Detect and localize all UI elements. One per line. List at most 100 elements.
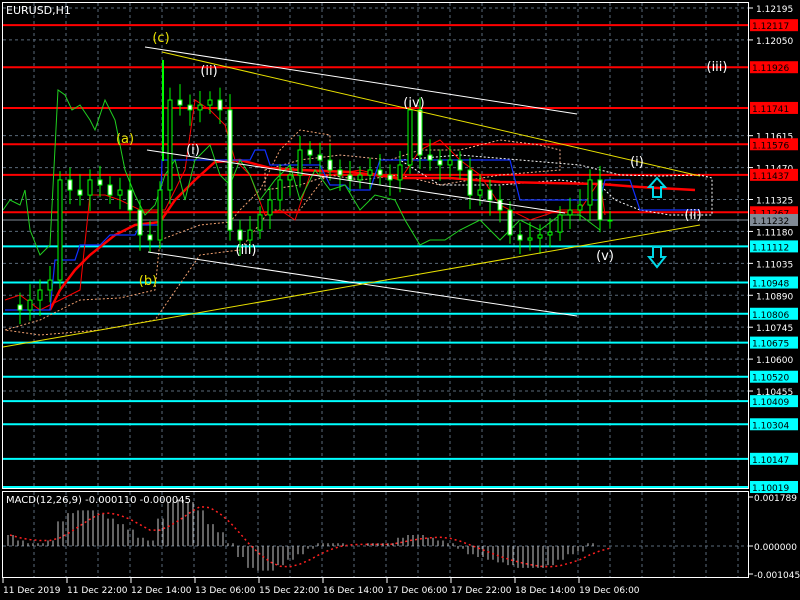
candle-body [107,184,113,196]
candle-body [607,219,613,222]
time-label: 13 Dec 06:00 [195,586,256,596]
candle-body [67,179,73,191]
candle-body [317,154,323,161]
candle-body [57,179,63,281]
price-candles [17,59,613,325]
candle-body [417,109,423,156]
price-tick-label: 1.12195 [756,5,793,15]
candle-body [567,209,573,216]
price-level-tag-label: 1.12117 [752,22,789,32]
time-label: 15 Dec 22:00 [259,586,320,596]
time-label: 17 Dec 06:00 [387,586,448,596]
candle-body [77,189,83,196]
grid [3,3,748,577]
price-tick-label: 1.11035 [756,260,793,270]
price-tick-label: 1.11180 [756,228,793,238]
candle-body [217,99,223,111]
wave-label: (i) [630,155,644,170]
price-level-tag-label: 1.10147 [752,456,789,466]
triangle-lower-line [2,224,701,348]
candle-body [257,214,263,231]
macd-tick-label: 0.000000 [754,543,797,553]
candle-body [127,189,133,211]
trend-lines [2,46,701,348]
horizontal-levels [3,24,748,488]
macd-tick-label: -0.001045 [754,571,800,581]
wave-label: (v) [596,249,614,264]
wave-label: (c) [152,31,169,46]
eurusd-chart[interactable]: (c) (a) (b) (ii) (i) (iii) (iv) (v) (i) (ii) (iii)… [0,0,800,600]
candle-body [437,159,443,166]
candle-body [117,189,123,196]
wave-label: (iv) [403,96,424,111]
wave-label: (iii) [707,60,728,75]
candle-body [487,189,493,201]
ichimoku-cloud [4,129,713,336]
chart-title: EURUSD,H1 [6,4,71,17]
candle-body [517,234,523,241]
candle-body [377,169,383,176]
time-label: 17 Dec 22:00 [451,586,512,596]
candle-body [187,104,193,111]
time-label: 11 Dec 2019 [3,586,61,596]
wave-label: (ii) [684,208,701,223]
price-tick-label: 1.10890 [756,292,793,302]
candle-body [47,279,53,291]
arrow-down-icon [646,246,668,269]
price-level-tag-label: 1.10806 [752,311,789,321]
candle-body [137,209,143,236]
candle-body [27,299,33,311]
price-level-tag-label: 1.10019 [752,484,789,494]
candle-body [477,189,483,196]
candle-body [157,189,163,241]
candle-body [147,234,153,241]
candle-body [167,99,173,191]
candle-body [537,234,543,239]
candle-body [547,231,553,236]
candle-body [497,199,503,211]
macd-label: MACD(12,26,9) -0.000110 -0.000045 [6,495,191,506]
price-tick-label: 1.10745 [756,324,793,334]
price-axis[interactable]: 1.121951.120501.116151.114701.113251.111… [748,5,798,494]
macd-signal-line [9,505,611,568]
price-level-tag-label: 1.10675 [752,340,789,350]
price-level-tag-label: 1.11232 [752,217,789,227]
price-tick-label: 1.10600 [756,356,793,366]
candle-body [577,204,583,211]
candle-body [287,174,293,181]
wave-label: (iii) [236,243,257,258]
candle-body [17,304,23,311]
candle-body [37,289,43,301]
candle-body [447,159,453,166]
candle-body [97,179,103,186]
candle-body [427,154,433,161]
price-level-tag-label: 1.11741 [752,105,789,115]
candle-body [247,229,253,241]
candle-body [597,179,603,221]
time-label: 12 Dec 14:00 [131,586,192,596]
time-axis[interactable]: 11 Dec 2019 11 Dec 22:00 12 Dec 14:00 13 De… [2,578,640,596]
candle-body [507,209,513,236]
candle-body [337,169,343,176]
time-label: 19 Dec 06:00 [579,586,640,596]
macd-pane: 0.001789 0.000000 -0.001045 [3,494,800,581]
price-level-tag-label: 1.10948 [752,280,789,290]
wave-label: (i) [186,143,200,158]
candle-body [297,149,303,176]
candle-body [277,179,283,201]
price-level-tag-label: 1.10409 [752,398,789,408]
candle-body [327,159,333,171]
candle-body [207,99,213,106]
candle-body [587,179,593,206]
price-level-tag-label: 1.11437 [752,172,789,182]
candle-body [227,109,233,231]
candle-body [177,99,183,106]
wave-label: (a) [116,132,134,147]
price-level-tag-label: 1.10520 [752,374,789,384]
candle-body [387,174,393,181]
price-level-tag-label: 1.11112 [752,243,789,253]
time-label: 16 Dec 14:00 [323,586,384,596]
price-tick-label: 1.12050 [756,37,793,47]
candle-body [237,229,243,241]
candle-body [407,109,413,166]
